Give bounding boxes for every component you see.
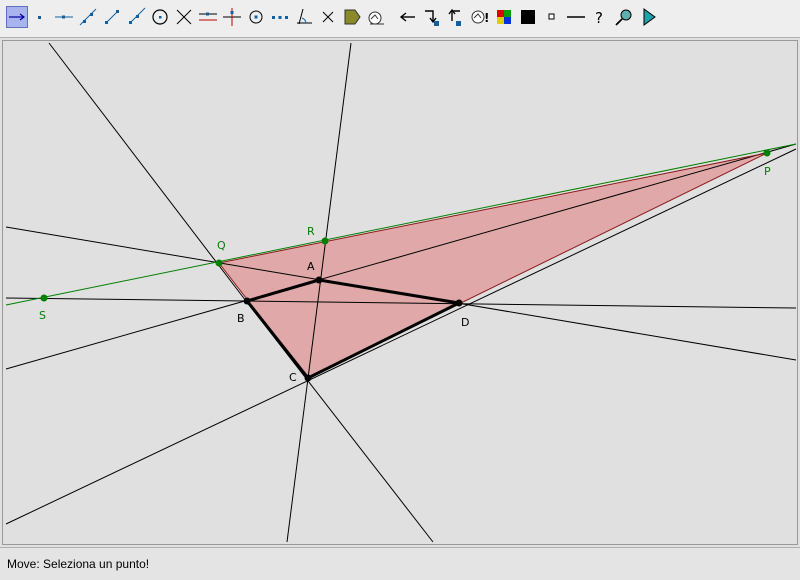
point-p[interactable] xyxy=(763,149,771,157)
drawing-canvas[interactable]: A B C D P Q R S xyxy=(2,40,798,545)
help-tool-icon: ? xyxy=(595,9,603,27)
run-tool-icon xyxy=(643,8,656,26)
line-tool-button[interactable] xyxy=(77,6,99,28)
point-label-p: P xyxy=(764,165,771,178)
run-tool-button[interactable] xyxy=(637,6,659,28)
svg-text:?: ? xyxy=(595,9,603,27)
line-tool-icon xyxy=(79,8,97,26)
center-tool-button[interactable] xyxy=(245,6,267,28)
segment-tool-button[interactable] xyxy=(101,6,123,28)
point-size-tool-button[interactable] xyxy=(541,6,563,28)
parallel-tool-button[interactable] xyxy=(197,6,219,28)
undo-tool-button[interactable] xyxy=(397,6,419,28)
fill-tool-button[interactable] xyxy=(517,6,539,28)
ray-tool-button[interactable] xyxy=(125,6,147,28)
animation-tool-button[interactable]: ! xyxy=(469,6,491,28)
redo-tool-button[interactable] xyxy=(421,6,443,28)
polygon-tool-button[interactable] xyxy=(341,6,363,28)
point-label-a: A xyxy=(307,260,315,273)
point-label-c: C xyxy=(289,371,297,384)
perpendicular-tool-button[interactable] xyxy=(221,6,243,28)
perpendicular-tool-icon xyxy=(223,8,241,26)
geometry-figure[interactable]: A B C D P Q R S xyxy=(2,40,798,545)
point-c[interactable] xyxy=(304,374,312,382)
toolbar: !? xyxy=(0,0,800,38)
center-tool-icon xyxy=(249,10,263,24)
move-tool-button[interactable] xyxy=(6,6,28,28)
circle-tool-icon xyxy=(152,9,168,25)
undo-tool-icon xyxy=(399,12,415,22)
zoom-tool-button[interactable] xyxy=(613,6,635,28)
ray-tool-icon xyxy=(129,7,146,24)
back-tool-icon xyxy=(448,8,461,26)
point-tool-icon xyxy=(38,16,41,19)
intersection-tool-icon xyxy=(176,9,192,25)
point-q[interactable] xyxy=(215,259,223,267)
point-d[interactable] xyxy=(455,299,463,307)
polygon-tool-icon xyxy=(344,9,361,25)
point-b[interactable] xyxy=(243,297,251,305)
line-bd[interactable] xyxy=(5,143,797,370)
point-size-tool-icon xyxy=(548,13,555,20)
point-tool-button[interactable] xyxy=(29,6,51,28)
back-tool-button[interactable] xyxy=(445,6,467,28)
triangle-pqc-fill xyxy=(219,153,767,378)
line-style-tool-icon xyxy=(567,16,585,18)
point-a[interactable] xyxy=(315,276,323,284)
fill-tool-icon xyxy=(521,10,535,24)
segment-tool-icon xyxy=(105,10,119,24)
locus-tool-button[interactable] xyxy=(365,6,387,28)
midpoint-tool-icon xyxy=(272,16,288,19)
circle-tool-button[interactable] xyxy=(149,6,171,28)
point-on-line-tool-icon xyxy=(55,15,73,19)
svg-text:!: ! xyxy=(484,11,489,25)
delete-tool-icon xyxy=(322,11,334,23)
point-label-b: B xyxy=(237,312,245,325)
intersection-tool-button[interactable] xyxy=(173,6,195,28)
point-label-s: S xyxy=(39,309,46,322)
line-style-tool-button[interactable] xyxy=(565,6,587,28)
redo-tool-icon xyxy=(425,10,439,26)
status-bar: Move: Seleziona un punto! xyxy=(0,547,800,580)
point-label-d: D xyxy=(461,316,469,329)
status-message: Move: Seleziona un punto! xyxy=(7,557,150,571)
animation-tool-icon: ! xyxy=(471,10,489,25)
parallel-tool-icon xyxy=(199,12,217,21)
point-label-q: Q xyxy=(217,239,226,252)
point-label-r: R xyxy=(307,225,315,238)
midpoint-tool-button[interactable] xyxy=(269,6,291,28)
point-s[interactable] xyxy=(40,294,48,302)
locus-tool-icon xyxy=(368,11,384,25)
angle-tool-icon xyxy=(297,8,312,25)
move-tool-icon xyxy=(9,13,25,21)
zoom-tool-icon xyxy=(615,9,632,26)
delete-tool-button[interactable] xyxy=(317,6,339,28)
point-r[interactable] xyxy=(321,237,329,245)
angle-tool-button[interactable] xyxy=(293,6,315,28)
line-cd-ext[interactable] xyxy=(5,148,797,525)
color-tool-button[interactable] xyxy=(493,6,515,28)
color-tool-icon xyxy=(497,10,511,24)
point-on-line-tool-button[interactable] xyxy=(53,6,75,28)
help-tool-button[interactable]: ? xyxy=(589,6,611,28)
